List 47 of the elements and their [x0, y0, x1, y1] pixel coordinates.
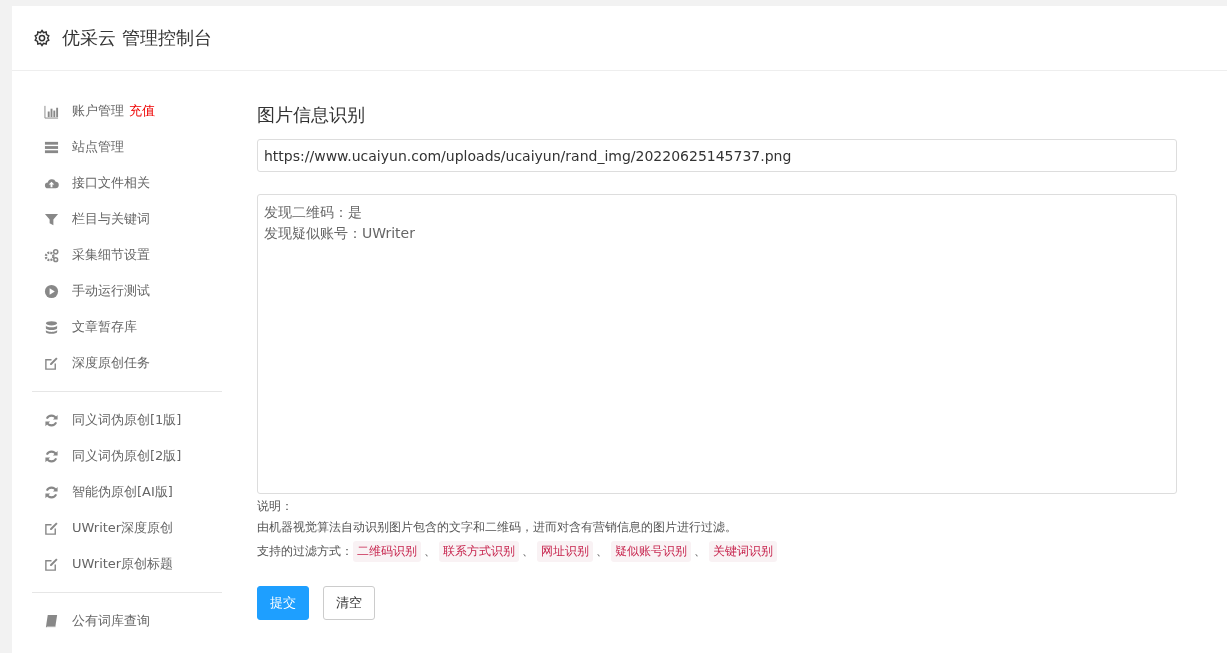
sidebar-item[interactable]: 同义词伪原创[2版]	[32, 438, 222, 474]
sidebar-item[interactable]: 栏目与关键词	[32, 201, 222, 237]
sidebar-item[interactable]: 智能伪原创[AI版]	[32, 474, 222, 510]
sidebar-item[interactable]: 同义词伪原创[1版]	[32, 402, 222, 438]
note-text: 由机器视觉算法自动识别图片包含的文字和二维码，进而对含有营销信息的图片进行过滤。	[257, 519, 738, 536]
separator-mark: 、	[694, 543, 706, 560]
url-input-field[interactable]: https://www.ucaiyun.com/uploads/ucaiyun/rand_img/20220625145737.png	[257, 139, 1177, 172]
separator-mark: 、	[424, 543, 436, 560]
edit-icon	[44, 556, 59, 572]
result-text-area[interactable]: 发现二维码：是 发现疑似账号：UWriter	[257, 194, 1177, 494]
edit-icon	[44, 520, 59, 536]
sidebar-item[interactable]: 手动运行测试	[32, 273, 222, 309]
server-icon	[44, 139, 59, 155]
settings-icon	[33, 29, 51, 47]
bar-chart-icon	[44, 103, 59, 119]
refresh-icon	[44, 412, 59, 428]
refresh-icon	[44, 448, 59, 464]
recharge-link[interactable]: 充值	[129, 102, 155, 120]
edit-icon	[44, 355, 59, 371]
filter-method-tag: 网址识别	[537, 541, 593, 562]
sidebar-item[interactable]: 站点管理	[32, 129, 222, 165]
sidebar-item[interactable]: UWriter深度原创	[32, 510, 222, 546]
sidebar-item[interactable]: UWriter原创标题	[32, 546, 222, 582]
play-icon	[44, 283, 59, 299]
note-label: 说明：	[257, 498, 294, 515]
clear-button[interactable]: 清空	[323, 586, 375, 620]
filter-method-tag: 关键词识别	[709, 541, 777, 562]
refresh-icon	[44, 484, 59, 500]
book-icon	[44, 613, 59, 629]
filter-icon	[44, 211, 59, 227]
filter-method-tag: 联系方式识别	[439, 541, 519, 562]
sidebar-item[interactable]: 文章暂存库	[32, 309, 222, 345]
filter-method-tag: 二维码识别	[353, 541, 421, 562]
sidebar-item[interactable]: 接口文件相关	[32, 165, 222, 201]
result-line: 发现疑似账号：UWriter	[264, 224, 416, 243]
sidebar-item[interactable]: 采集细节设置	[32, 237, 222, 273]
sidebar-item[interactable]: 深度原创任务	[32, 345, 222, 381]
section-title: 图片信息识别	[257, 103, 366, 127]
result-line: 发现二维码：是	[264, 203, 363, 222]
console-title: 优采云 管理控制台	[62, 26, 212, 50]
database-icon	[44, 319, 59, 335]
separator-mark: 、	[596, 543, 608, 560]
filter-method-tag: 疑似账号识别	[611, 541, 691, 562]
separator-mark: 、	[522, 543, 534, 560]
methods-label: 支持的过滤方式：	[257, 543, 353, 560]
sidebar-item[interactable]: 公有词库查询	[32, 603, 222, 639]
sidebar-item[interactable]: 账户管理 充值	[32, 93, 222, 129]
